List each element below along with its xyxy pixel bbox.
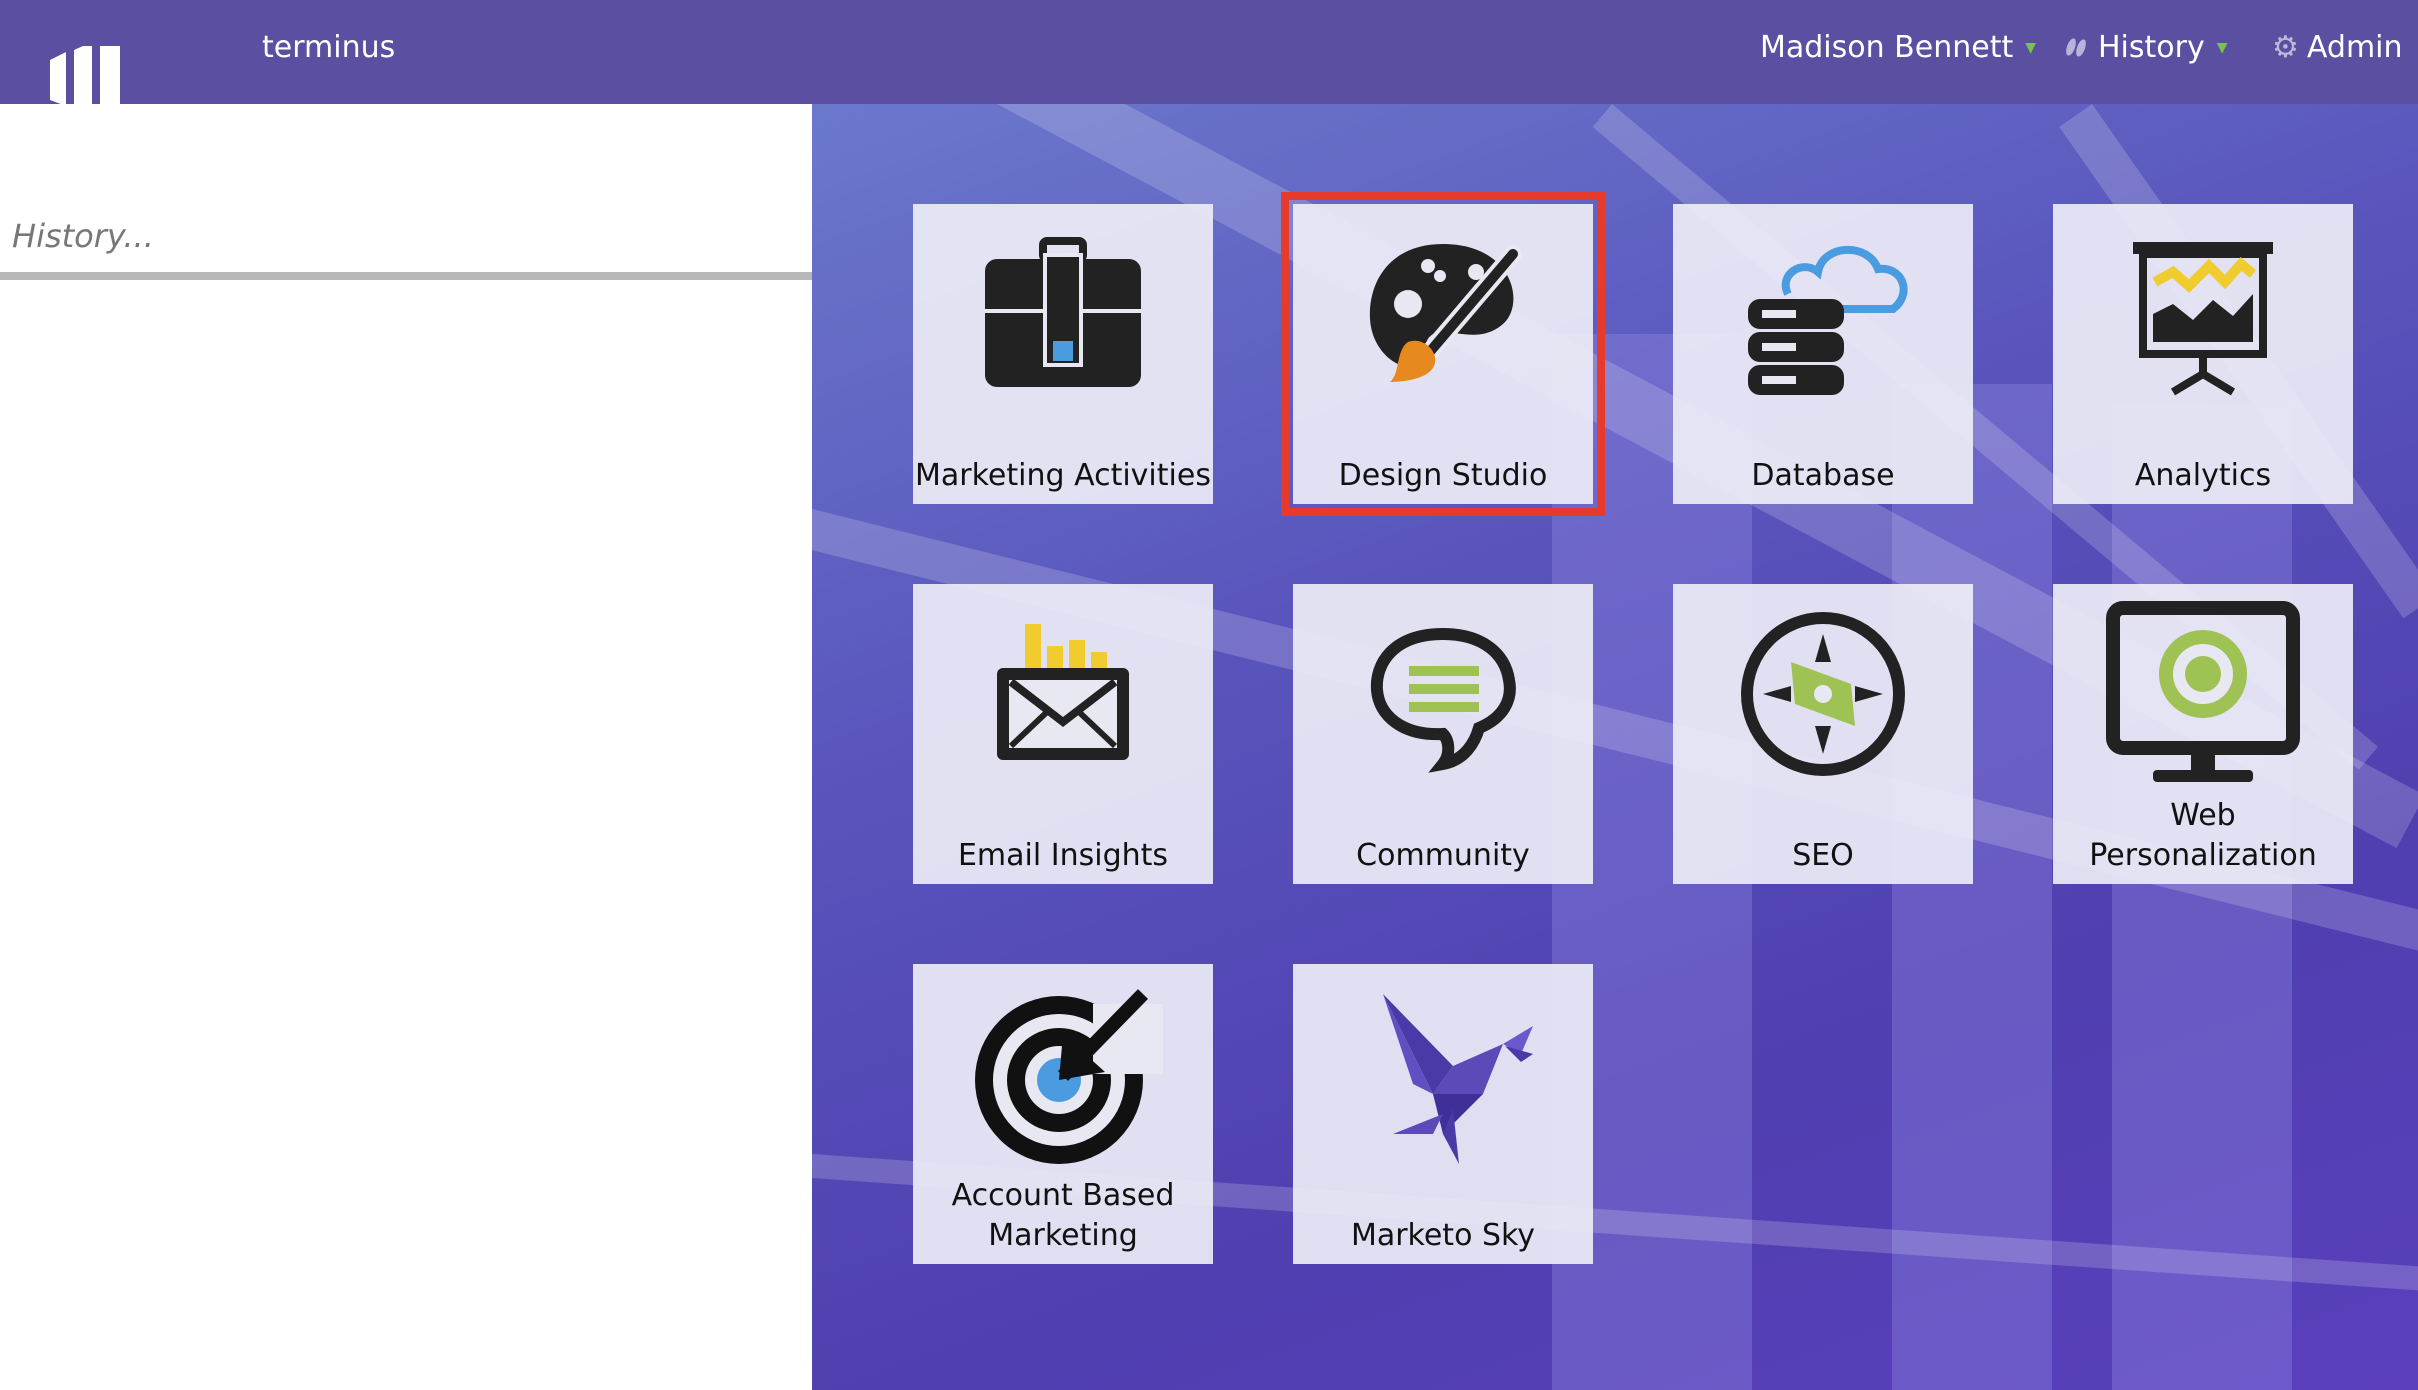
compass-icon: [1741, 612, 1905, 776]
palette-icon: [1369, 244, 1522, 382]
speech-bubble-icon: [1370, 627, 1516, 773]
chevron-down-icon: ▼: [2025, 39, 2037, 56]
tile-label: Marketo Sky: [1350, 1218, 1536, 1253]
tile-seo[interactable]: SEO: [1673, 584, 1973, 884]
tile-label: Community: [1356, 838, 1530, 873]
footprints-icon: [2066, 37, 2086, 57]
user-name: Madison Bennett: [1760, 30, 2014, 65]
tile-label: Design Studio: [1338, 458, 1548, 493]
admin-label: Admin: [2306, 30, 2403, 65]
tile-email-insights[interactable]: Email Insights: [913, 584, 1213, 884]
history-menu[interactable]: History ▼: [2062, 30, 2228, 65]
origami-bird-icon: [1383, 994, 1533, 1164]
tile-community[interactable]: Community: [1293, 584, 1593, 884]
top-bar: terminus Madison Bennett ▼ History ▼ ⚙ A…: [0, 0, 2418, 104]
marketo-logo-icon: [50, 46, 120, 130]
monitor-target-icon: [2106, 601, 2300, 782]
tile-label: Database: [1751, 458, 1895, 493]
tile-marketo-sky[interactable]: Marketo Sky: [1293, 964, 1593, 1264]
tile-label: Analytics: [2134, 458, 2272, 493]
database-cloud-icon: [1748, 245, 1908, 395]
tile-database[interactable]: Database: [1673, 204, 1973, 504]
tile-label: Account Based Marketing: [951, 1178, 1175, 1253]
tile-label: Marketing Activities: [915, 458, 1211, 493]
chevron-down-icon: ▼: [2216, 39, 2228, 56]
tile-analytics[interactable]: Analytics: [2053, 204, 2353, 504]
tile-design-studio[interactable]: Design Studio: [1281, 192, 1605, 516]
tile-label: Web Personalization: [2089, 798, 2317, 873]
tile-account-based-marketing[interactable]: Account Based Marketing: [913, 964, 1213, 1264]
gear-icon: ⚙: [2272, 30, 2299, 65]
tile-label: SEO: [1792, 838, 1854, 873]
history-panel: [0, 104, 812, 1390]
tile-web-personalization[interactable]: Web Personalization: [2053, 584, 2353, 884]
user-menu[interactable]: Madison Bennett ▼: [1760, 30, 2036, 65]
admin-menu[interactable]: ⚙ Admin: [2272, 30, 2403, 65]
history-search-input[interactable]: [0, 200, 812, 280]
briefcase-icon: [985, 237, 1141, 387]
tile-label: Email Insights: [957, 838, 1169, 873]
instance-name: terminus: [262, 30, 396, 65]
email-chart-icon: [997, 624, 1129, 760]
target-arrow-icon: [975, 989, 1163, 1164]
history-label: History: [2098, 30, 2205, 65]
tile-marketing-activities[interactable]: Marketing Activities: [913, 204, 1213, 504]
presentation-chart-icon: [2133, 242, 2273, 396]
